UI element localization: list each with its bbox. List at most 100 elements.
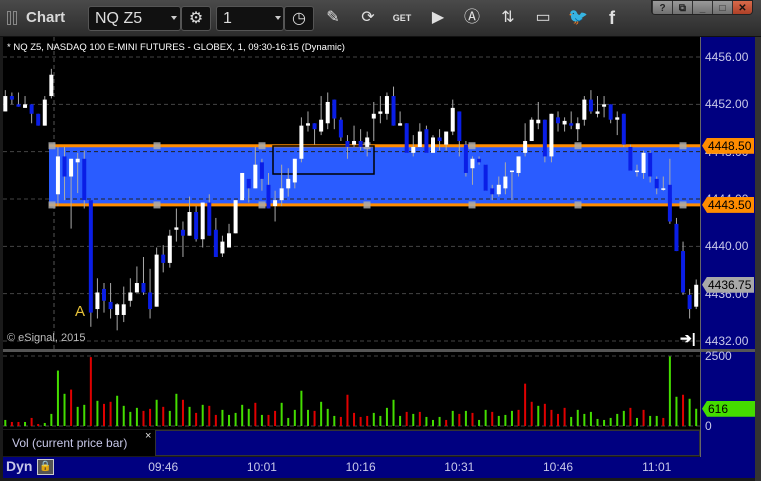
candle-body (477, 158, 482, 163)
candle-body (108, 301, 113, 310)
close-study-icon[interactable]: × (145, 430, 151, 442)
candle (404, 123, 409, 153)
candle-body (16, 104, 21, 107)
volume-bar (405, 411, 408, 426)
time-axis-label: 10:01 (246, 460, 277, 474)
volume-bar (254, 402, 257, 426)
marker-label-a[interactable]: A (75, 303, 85, 320)
volume-bar (471, 412, 474, 426)
study-label[interactable]: Vol (current price bar) (12, 436, 127, 450)
volume-bar (63, 393, 66, 426)
volume-bar (293, 409, 296, 426)
candle (542, 119, 547, 163)
candle (463, 141, 468, 177)
zone-handle[interactable] (48, 201, 56, 209)
candle-body (608, 104, 613, 120)
time-axis-label: 10:16 (345, 460, 376, 474)
volume-bar (530, 401, 533, 426)
volume-bar (596, 418, 599, 426)
volume-bar (583, 413, 586, 426)
volume-bar (425, 416, 428, 426)
candle (529, 117, 534, 142)
volume-bar (543, 403, 546, 426)
volume-bar (320, 401, 323, 426)
go-to-end-icon[interactable]: ➔| (680, 330, 696, 347)
zone-handle[interactable] (468, 142, 476, 150)
volume-axis-label: 2500 (705, 349, 732, 363)
candle-body (634, 170, 639, 173)
candle-body (345, 141, 350, 147)
volume-bar (188, 406, 191, 426)
time-axis[interactable]: Dyn 🔒 09:46 10:01 10:16 10:31 10:46 11:01 (3, 457, 755, 478)
volume-bar (326, 408, 329, 426)
candle-body (694, 284, 699, 307)
volume-bar (43, 422, 46, 426)
zone-handle[interactable] (574, 201, 582, 209)
candle-body (615, 117, 620, 120)
volume-bar (491, 411, 494, 426)
volume-bar (228, 414, 231, 426)
panel-divider[interactable] (3, 349, 755, 352)
volume-bar (17, 421, 20, 426)
volume-bar (616, 413, 619, 426)
time-axis-label: 10:46 (543, 460, 574, 474)
volume-bar (287, 417, 290, 426)
chart-canvas[interactable] (0, 0, 761, 481)
zone-handle[interactable] (153, 142, 161, 150)
volume-bar (464, 410, 467, 426)
chart-info: * NQ Z5, NASDAQ 100 E-MINI FUTURES - GLO… (7, 42, 345, 53)
candle-body (141, 283, 146, 293)
volume-bar (175, 393, 178, 426)
volume-bar (372, 412, 375, 426)
candle-body (588, 99, 593, 112)
volume-bar (445, 419, 448, 426)
volume-bar (668, 356, 671, 426)
candle-body (42, 99, 47, 126)
volume-bar (24, 421, 27, 426)
candle (431, 135, 435, 153)
zone-handle[interactable] (468, 201, 476, 209)
volume-bar (149, 408, 152, 426)
volume-bar (89, 357, 92, 426)
volume-bar (135, 407, 138, 426)
volume-bar (333, 415, 336, 426)
volume-bar (50, 413, 53, 426)
candle (88, 200, 93, 327)
volume-bar (129, 411, 132, 426)
volume-bar (385, 407, 388, 426)
time-mode[interactable]: Dyn (6, 458, 32, 474)
candle-body (233, 200, 238, 234)
zone-handle[interactable] (258, 201, 266, 209)
price-axis-label: 4456.00 (705, 50, 749, 64)
candle-body (470, 158, 475, 169)
zone-handle[interactable] (363, 201, 371, 209)
candle-body (266, 184, 271, 209)
zone-handle[interactable] (574, 142, 582, 150)
zone-handle[interactable] (153, 201, 161, 209)
volume-current-tag: 616 (702, 400, 755, 417)
candle-body (279, 188, 284, 201)
volume-bar (346, 394, 349, 426)
zone-handle[interactable] (679, 142, 687, 150)
volume-bar (688, 398, 691, 426)
candle-body (88, 200, 93, 313)
zone-handle[interactable] (258, 142, 266, 150)
candle-body (69, 158, 74, 177)
volume-bar (306, 409, 309, 426)
volume-bar (122, 405, 125, 426)
candle-body (187, 212, 192, 236)
candle-body (240, 172, 245, 201)
candle-body (286, 178, 291, 189)
zone-handle[interactable] (48, 142, 56, 150)
volume-bar (70, 389, 73, 426)
price-axis-label: 4440.00 (705, 239, 749, 254)
lock-clock-icon[interactable]: 🔒 (37, 459, 54, 475)
volume-bar (221, 409, 224, 426)
candle-body (654, 178, 659, 189)
zone-handle[interactable] (679, 201, 687, 209)
candle-body (246, 178, 251, 189)
volume-bar (412, 413, 415, 426)
volume-bar (241, 404, 244, 426)
candle-body (398, 123, 403, 126)
volume-bar (557, 413, 560, 426)
